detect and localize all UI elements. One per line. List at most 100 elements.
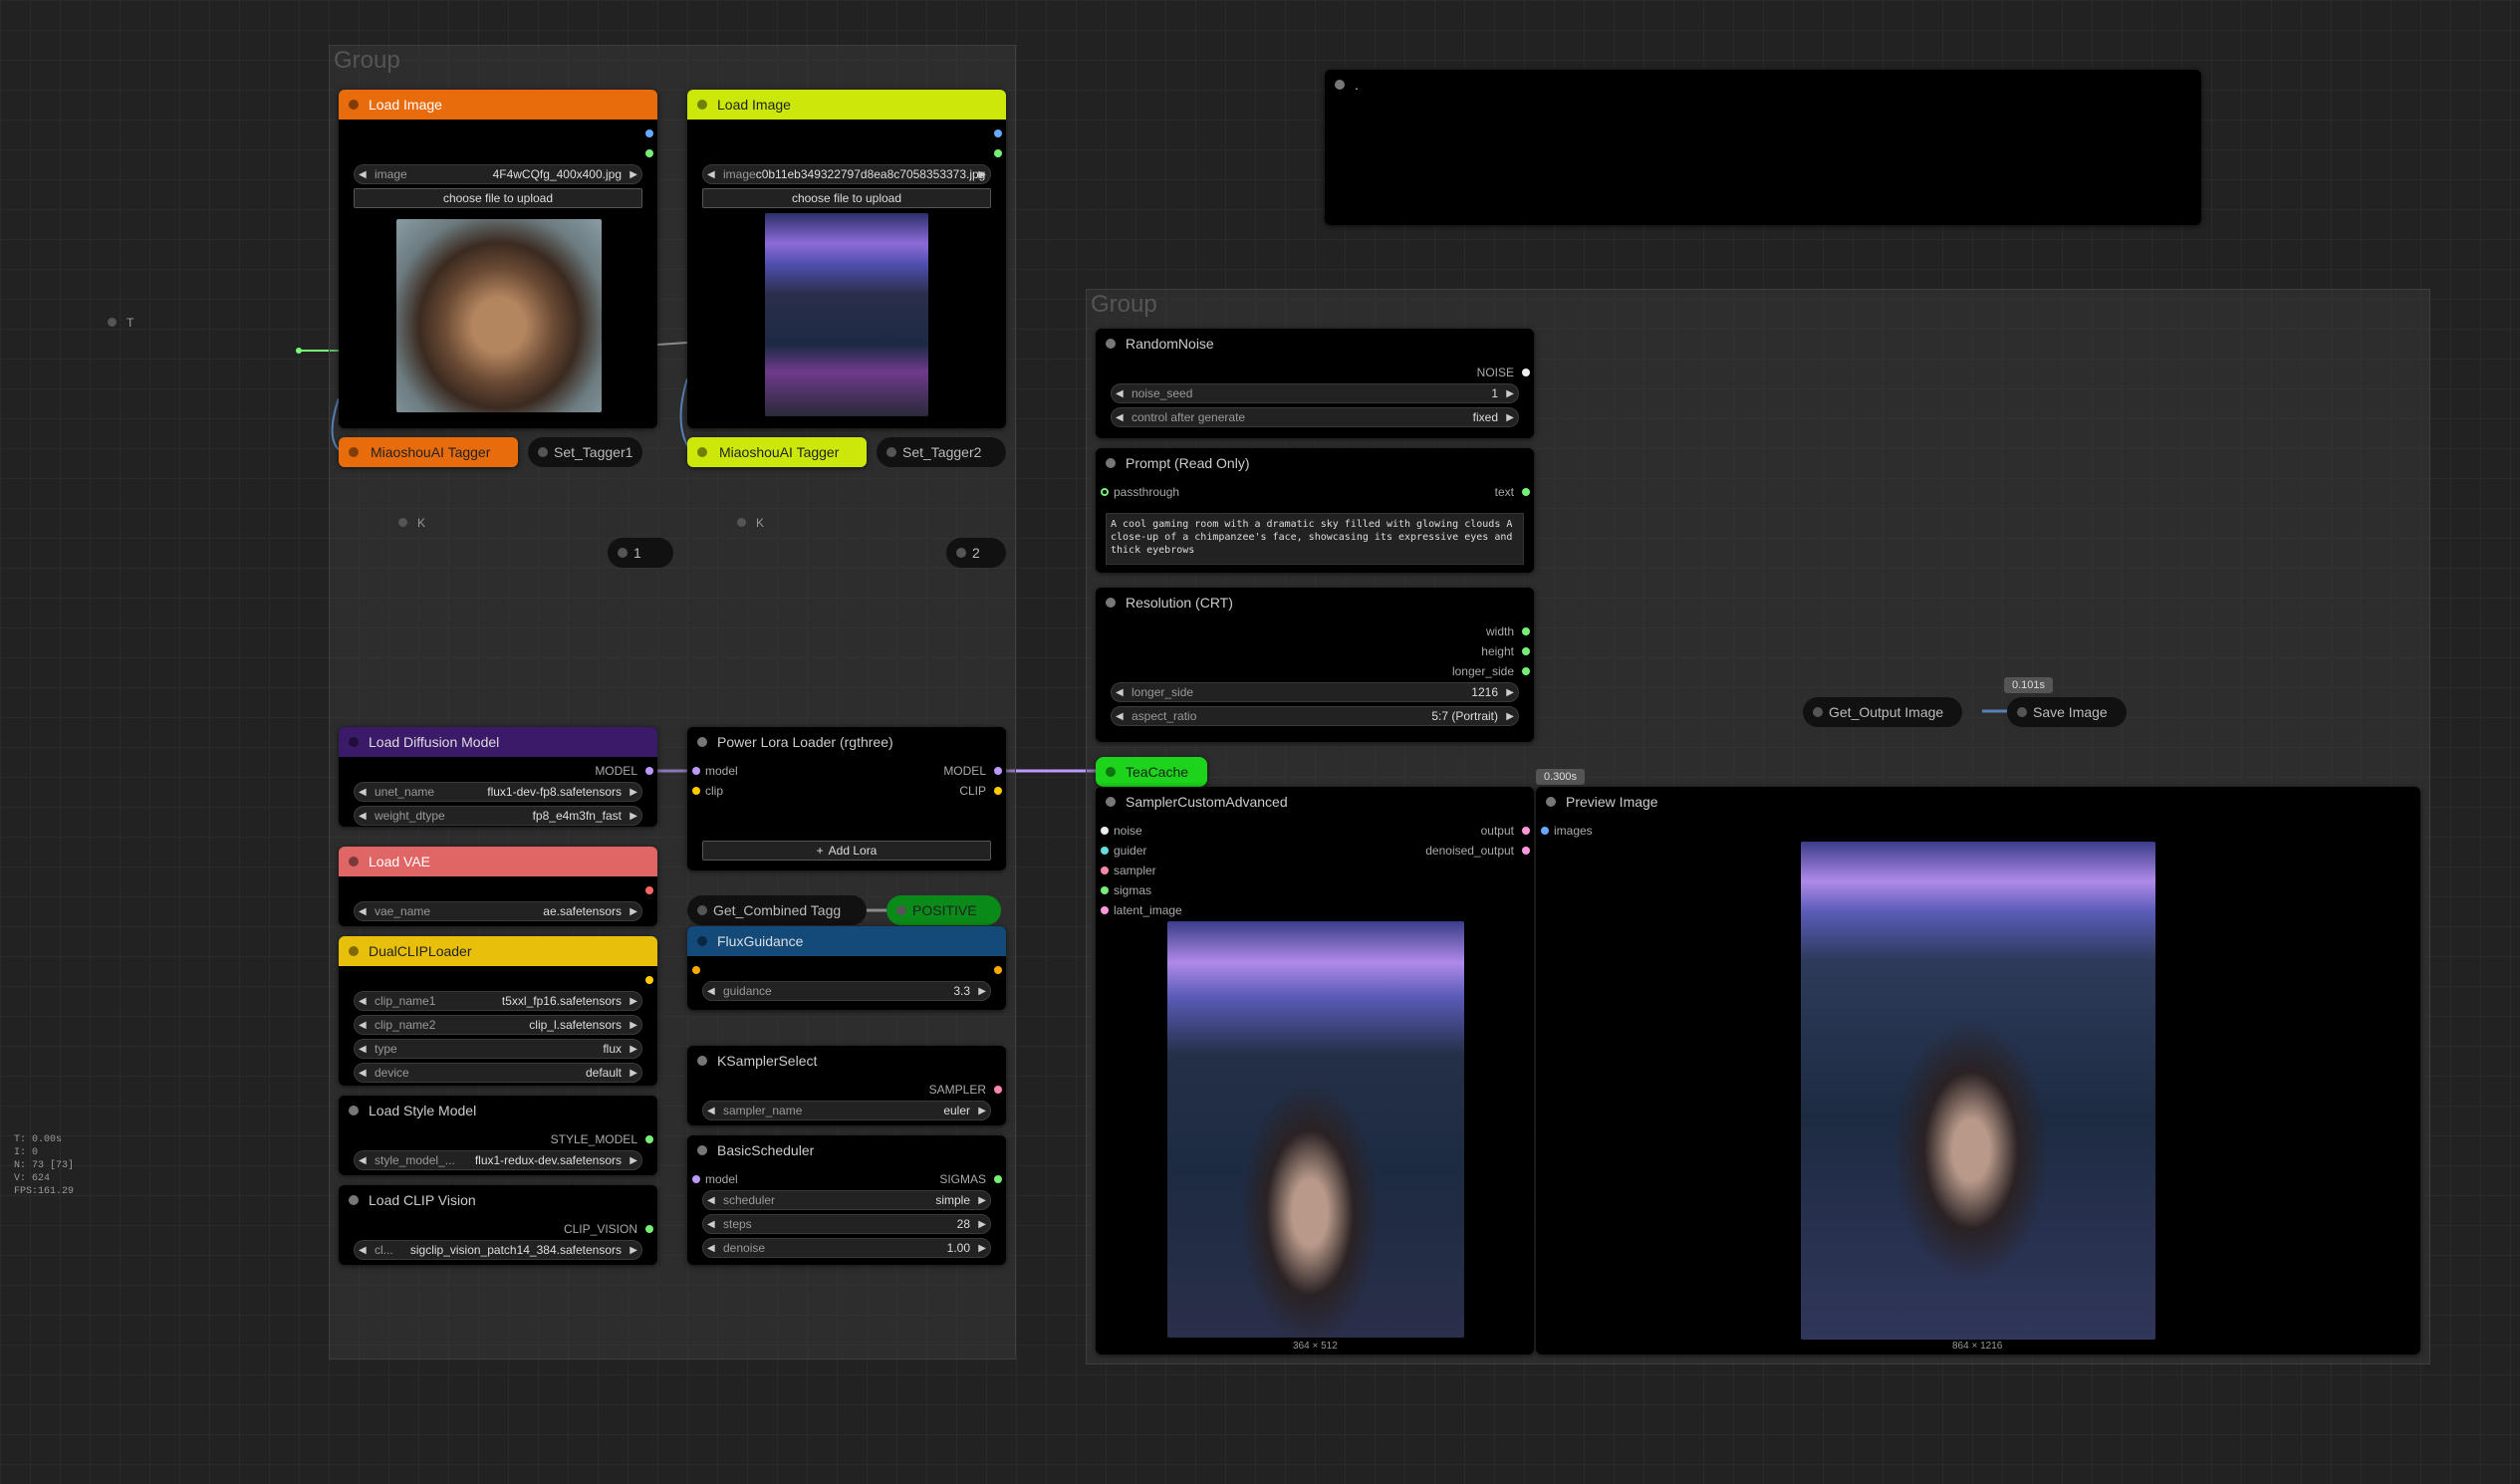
scheduler-select[interactable]: scheduler simple [702,1190,991,1210]
input-latent-dot[interactable] [1101,906,1109,914]
load-image-node-2[interactable]: Load Image imagec0b11eb349322797d8ea8c70… [687,90,1006,428]
input-noise-dot[interactable] [1101,827,1109,835]
output-mask-dot[interactable] [645,149,653,157]
teacache-node[interactable]: TeaCache [1096,757,1207,787]
set-tagger1-node[interactable]: Set_Tagger1 [528,437,642,467]
image-select[interactable]: image 4F4wCQfg_400x400.jpg [354,164,642,184]
ksampler-select-node[interactable]: KSamplerSelect SAMPLER sampler_name euler [687,1046,1006,1125]
flux-guidance-node[interactable]: FluxGuidance guidance 3.3 [687,926,1006,1010]
output-dot[interactable] [645,976,653,984]
prompt-textarea[interactable]: A cool gaming room with a dramatic sky f… [1106,513,1524,565]
noise-seed-input[interactable]: noise_seed 1 [1111,383,1519,403]
input-sampler-dot[interactable] [1101,866,1109,874]
denoise-input[interactable]: denoise 1.00 [702,1238,991,1258]
random-noise-node[interactable]: RandomNoise NOISE noise_seed 1 control af… [1096,329,1534,438]
sampler-custom-advanced-node[interactable]: SamplerCustomAdvanced noise guider sampl… [1096,787,1534,1355]
output-dot[interactable] [645,886,653,894]
input-images-dot[interactable] [1541,827,1549,835]
output-width-dot[interactable] [1522,627,1530,635]
node-header[interactable]: SamplerCustomAdvanced [1096,787,1534,817]
node-header[interactable]: Load VAE [339,847,657,876]
tagger-node-1[interactable]: MiaoshouAI Tagger [339,437,518,467]
output-dot[interactable] [645,1225,653,1233]
set-tagger2-node[interactable]: Set_Tagger2 [877,437,1006,467]
output-dot[interactable] [994,966,1002,974]
output-image-dot[interactable] [994,129,1002,137]
output-dot[interactable] [1522,369,1530,376]
device-select[interactable]: device default [354,1063,642,1083]
input-guider-dot[interactable] [1101,847,1109,855]
node-header[interactable]: Preview Image [1536,787,2420,817]
output-dot[interactable] [1522,827,1530,835]
node-header[interactable]: Prompt (Read Only) [1096,448,1534,478]
node-header[interactable]: Resolution (CRT) [1096,588,1534,618]
node-header[interactable]: Load CLIP Vision [339,1185,657,1215]
clip-vision-select[interactable]: cl... sigclip_vision_patch14_384.safetens… [354,1240,642,1260]
node-header[interactable]: DualCLIPLoader [339,936,657,966]
output-clip-dot[interactable] [994,787,1002,795]
positive-node[interactable]: POSITIVE [886,895,1001,925]
load-vae-node[interactable]: Load VAE vae_name ae.safetensors [339,847,657,926]
reroute-1-node[interactable]: 1 [608,538,673,568]
steps-input[interactable]: steps 28 [702,1214,991,1234]
clip-name1-select[interactable]: clip_name1 t5xxl_fp16.safetensors [354,991,642,1011]
input-dot[interactable] [1101,488,1109,496]
aspect-ratio-select[interactable]: aspect_ratio 5:7 (Portrait) [1111,706,1519,726]
vae-name-select[interactable]: vae_name ae.safetensors [354,901,642,921]
basic-scheduler-node[interactable]: BasicScheduler model SIGMAS scheduler sim… [687,1135,1006,1265]
dual-clip-loader-node[interactable]: DualCLIPLoader clip_name1 t5xxl_fp16.safe… [339,936,657,1086]
load-clip-vision-node[interactable]: Load CLIP Vision CLIP_VISION cl... sigcli… [339,1185,657,1265]
sampler-name-select[interactable]: sampler_name euler [702,1101,991,1120]
t-node[interactable]: T [108,316,133,330]
output-mask-dot[interactable] [994,149,1002,157]
k-node-1[interactable]: K [398,516,425,530]
node-header[interactable]: Load Diffusion Model [339,727,657,757]
output-height-dot[interactable] [1522,647,1530,655]
style-model-select[interactable]: style_model_... flux1-redux-dev.safetenso… [354,1150,642,1170]
clip-name2-select[interactable]: clip_name2 clip_l.safetensors [354,1015,642,1035]
node-header[interactable]: Load Style Model [339,1096,657,1125]
get-combined-tagg-node[interactable]: Get_Combined Tagg [687,895,867,925]
upload-button[interactable]: choose file to upload [702,188,991,208]
load-image-node-1[interactable]: Load Image image 4F4wCQfg_400x400.jpg cho… [339,90,657,428]
image-select[interactable]: imagec0b11eb349322797d8ea8c7058353373.jp… [702,164,991,184]
output-dot[interactable] [645,1135,653,1143]
load-style-model-node[interactable]: Load Style Model STYLE_MODEL style_model… [339,1096,657,1175]
node-header[interactable]: BasicScheduler [687,1135,1006,1165]
output-model-dot[interactable] [994,767,1002,775]
reroute-2-node[interactable]: 2 [946,538,1006,568]
prompt-read-only-node[interactable]: Prompt (Read Only) passthrough text A co… [1096,448,1534,573]
save-image-node[interactable]: Save Image [2007,697,2127,727]
node-header[interactable]: TeaCache [1096,757,1207,787]
get-output-image-node[interactable]: Get_Output Image [1803,697,1962,727]
load-diffusion-model-node[interactable]: Load Diffusion Model MODEL unet_name flux… [339,727,657,827]
output-longer-dot[interactable] [1522,667,1530,675]
output-dot[interactable] [994,1086,1002,1094]
tagger-header[interactable]: MiaoshouAI Tagger [687,437,867,467]
upload-button[interactable]: choose file to upload [354,188,642,208]
tagger-node-2[interactable]: MiaoshouAI Tagger [687,437,867,467]
output-dot[interactable] [645,767,653,775]
k-node-2[interactable]: K [737,516,764,530]
input-model-dot[interactable] [692,1175,700,1183]
node-header[interactable]: KSamplerSelect [687,1046,1006,1076]
output-dot[interactable] [1522,488,1530,496]
input-clip-dot[interactable] [692,787,700,795]
resolution-node[interactable]: Resolution (CRT) width height longer_sid… [1096,588,1534,742]
node-header[interactable]: RandomNoise [1096,329,1534,359]
input-sigmas-dot[interactable] [1101,886,1109,894]
node-header[interactable]: FluxGuidance [687,926,1006,956]
unet-name-select[interactable]: unet_name flux1-dev-fp8.safetensors [354,782,642,802]
node-header[interactable]: Power Lora Loader (rgthree) [687,727,1006,757]
load-image-header[interactable]: Load Image [687,90,1006,120]
power-lora-loader-node[interactable]: Power Lora Loader (rgthree) model clip M… [687,727,1006,870]
tagger-header[interactable]: MiaoshouAI Tagger [339,437,518,467]
load-image-header[interactable]: Load Image [339,90,657,120]
note-node[interactable]: . [1325,70,2201,225]
guidance-input[interactable]: guidance 3.3 [702,981,991,1001]
output-dot[interactable] [1522,847,1530,855]
type-select[interactable]: type flux [354,1039,642,1059]
input-model-dot[interactable] [692,767,700,775]
input-dot[interactable] [692,966,700,974]
output-image-dot[interactable] [645,129,653,137]
